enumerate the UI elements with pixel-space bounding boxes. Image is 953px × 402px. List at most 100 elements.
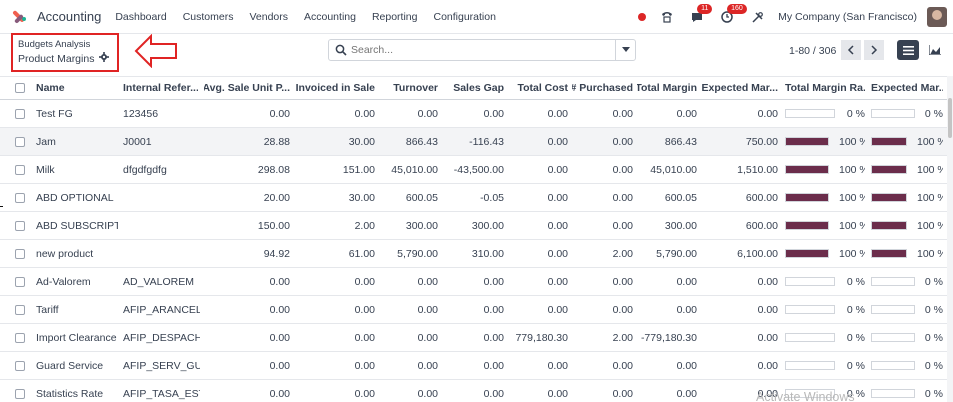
cell-purchased: 0.00 — [612, 135, 633, 148]
menu-dashboard[interactable]: Dashboard — [115, 11, 166, 23]
cell-sales-gap: 0.00 — [483, 387, 504, 400]
select-all-checkbox[interactable] — [15, 83, 25, 93]
col-name[interactable]: Name — [36, 77, 116, 99]
cell-name: ABD OPTIONAL — [36, 191, 114, 204]
expected-margin-rate-bar — [871, 137, 907, 146]
cell-expected-margin: 6,100.00 — [737, 247, 778, 260]
list-icon — [902, 45, 914, 55]
phone-icon[interactable] — [658, 8, 676, 26]
cell-total-margin: 0.00 — [676, 303, 697, 316]
col-expected-margin[interactable]: Expected Mar... — [701, 77, 778, 99]
col-total-margin-rate[interactable]: Total Margin Ra... — [785, 77, 865, 99]
menu-customers[interactable]: Customers — [183, 11, 234, 23]
activity-clock-icon[interactable]: 160 — [718, 4, 747, 26]
pager-previous-button[interactable] — [841, 40, 861, 60]
row-checkbox[interactable] — [15, 248, 25, 259]
graph-view-button[interactable] — [924, 40, 946, 60]
tools-icon[interactable] — [748, 8, 766, 26]
cell-internal-reference — [123, 240, 200, 267]
col-invoiced-in-sale[interactable]: # Invoiced in Sale — [294, 77, 375, 99]
page-title: Product Margins — [18, 52, 95, 65]
row-checkbox[interactable] — [15, 304, 25, 315]
cell-name: Import Clearance — [36, 331, 117, 344]
row-checkbox[interactable] — [15, 220, 25, 231]
table-row[interactable]: Import Clearance AFIP_DESPACHO 0.00 0.00 0.0… — [0, 324, 948, 352]
cell-purchased: 0.00 — [612, 387, 633, 400]
row-checkbox[interactable] — [15, 164, 25, 175]
row-checkbox[interactable] — [15, 332, 25, 343]
table-row[interactable]: Ad-Valorem AD_VALOREM 0.00 0.00 0.00 0.00 0.00… — [0, 268, 948, 296]
table-row[interactable]: Jam J0001 28.88 30.00 866.43 -116.43 0.00 0.00 8… — [0, 128, 948, 156]
col-expected-margin-rate[interactable]: Expected Mar... — [871, 77, 943, 99]
col-total-margin[interactable]: Total Margin — [637, 77, 697, 99]
row-checkbox[interactable] — [15, 388, 25, 399]
total-margin-rate-bar — [785, 277, 836, 286]
pager-next-button[interactable] — [864, 40, 884, 60]
cell-sales-gap: 300.00 — [471, 219, 504, 232]
cell-invoiced-in-sale: 2.00 — [354, 219, 375, 232]
gear-icon[interactable] — [99, 52, 110, 65]
table-row[interactable]: Tariff AFIP_ARANCEL 0.00 0.00 0.00 0.00 0.00 0.… — [0, 296, 948, 324]
table-row[interactable]: new product 94.92 61.00 5,790.00 310.00 0.00 2… — [0, 240, 948, 268]
col-purchased[interactable]: # Purchased — [572, 77, 633, 99]
total-margin-rate-label: 0 % — [846, 275, 865, 288]
row-checkbox[interactable] — [15, 192, 25, 203]
row-checkbox[interactable] — [15, 276, 25, 287]
total-margin-rate-label: 100 % — [839, 219, 865, 232]
search-bar — [328, 39, 636, 61]
col-internal-reference[interactable]: Internal Refer... — [123, 77, 198, 99]
list-view-button[interactable] — [897, 40, 919, 60]
expected-margin-rate-label: 100 % — [917, 163, 943, 176]
menu-reporting[interactable]: Reporting — [372, 11, 418, 23]
table-row[interactable]: Guard Service AFIP_SERV_GUA... 0.00 0.00 0.0… — [0, 352, 948, 380]
cell-total-cost: 0.00 — [547, 275, 568, 288]
pager-value[interactable]: 1-80 / 306 — [789, 45, 836, 57]
cell-total-cost: 0.00 — [547, 135, 568, 148]
row-checkbox[interactable] — [15, 360, 25, 371]
cell-avg-sale-unit-price: 0.00 — [269, 275, 290, 288]
expected-margin-rate-bar — [871, 389, 915, 398]
cell-invoiced-in-sale: 0.00 — [354, 107, 375, 120]
menu-configuration[interactable]: Configuration — [433, 11, 495, 23]
col-avg-sale-unit-price[interactable]: Avg. Sale Unit P... — [204, 77, 290, 99]
col-sales-gap[interactable]: Sales Gap — [442, 77, 504, 99]
table-row[interactable]: ABD SUBSCRIPTI... 150.00 2.00 300.00 300.00 0… — [0, 212, 948, 240]
cell-expected-margin: 0.00 — [757, 359, 778, 372]
cell-expected-margin: 0.00 — [757, 303, 778, 316]
table-row[interactable]: Milk dfgdfgdfg 298.08 151.00 45,010.00 -43,50… — [0, 156, 948, 184]
accounting-logo-icon[interactable] — [12, 9, 30, 25]
col-total-cost[interactable]: Total Cost — [508, 77, 568, 99]
table-row[interactable]: Test FG 123456 0.00 0.00 0.00 0.00 0.00 0.00 0.0… — [0, 100, 948, 128]
cell-total-cost: 779,180.30 — [515, 331, 568, 344]
total-margin-rate-label: 100 % — [839, 247, 865, 260]
recording-indicator-icon[interactable] — [638, 13, 647, 21]
user-avatar[interactable] — [927, 7, 947, 27]
cell-total-margin: 600.05 — [664, 191, 697, 204]
menu-vendors[interactable]: Vendors — [249, 11, 288, 23]
cell-invoiced-in-sale: 0.00 — [354, 387, 375, 400]
annotation-arrow-icon — [134, 34, 177, 68]
vertical-scrollbar[interactable] — [947, 76, 953, 402]
row-checkbox[interactable] — [15, 108, 25, 119]
cell-expected-margin: 750.00 — [745, 135, 778, 148]
menu-accounting[interactable]: Accounting — [304, 11, 356, 23]
breadcrumb-parent[interactable]: Budgets Analysis — [18, 39, 112, 50]
cell-total-margin-rate: 0 % — [785, 324, 865, 351]
col-turnover[interactable]: Turnover — [379, 77, 438, 99]
cell-turnover: 0.00 — [417, 107, 438, 120]
search-input[interactable] — [351, 44, 615, 56]
total-margin-rate-bar — [785, 137, 829, 146]
table-row[interactable]: ABD OPTIONAL 20.00 30.00 600.05 -0.05 0.00 0.0… — [0, 184, 948, 212]
product-margins-table: Name Internal Refer... Avg. Sale Unit P.… — [0, 76, 948, 402]
search-options-toggle[interactable] — [615, 40, 635, 60]
expected-margin-rate-bar — [871, 249, 907, 258]
messages-icon[interactable]: 11 — [688, 4, 713, 26]
cell-expected-margin: 1,510.00 — [737, 163, 778, 176]
messages-badge: 11 — [697, 4, 713, 14]
company-switcher[interactable]: My Company (San Francisco) — [778, 11, 917, 23]
app-name[interactable]: Accounting — [37, 9, 101, 24]
cell-invoiced-in-sale: 151.00 — [342, 163, 375, 176]
row-checkbox[interactable] — [15, 136, 25, 147]
cell-sales-gap: 0.00 — [483, 303, 504, 316]
cell-internal-reference — [123, 212, 200, 239]
